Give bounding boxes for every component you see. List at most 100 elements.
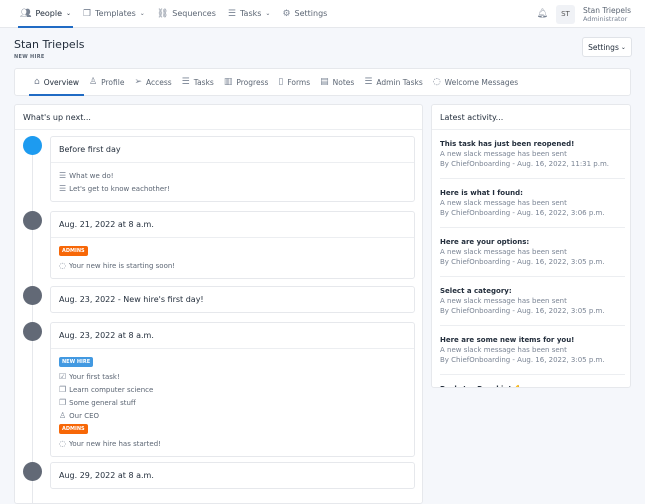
chevron-down-icon: ⌄	[265, 10, 271, 17]
activity-desc: A new slack message has been sent	[440, 150, 567, 158]
tab-admin-tasks[interactable]: ☰ Admin Tasks	[359, 68, 427, 96]
top-nav: 👥︎ People ⌄ ❐ Templates ⌄ ⛓︎ Sequences ☰ Tasks ⌄ ⚙︎…	[0, 0, 645, 28]
bell-icon[interactable]: 🔔︎	[537, 9, 548, 19]
timeline-item-heading: Aug. 23, 2022 at 8 a.m.	[59, 331, 154, 340]
nav-people[interactable]: 👥︎ People ⌄	[14, 0, 77, 28]
timeline-dot	[23, 322, 42, 341]
checkbox-icon: ☑	[59, 372, 67, 381]
chart-icon: ▥	[223, 77, 233, 87]
timeline-line-item[interactable]: ◌ Your new hire is starting soon!	[59, 259, 406, 272]
tab-label: Progress	[236, 77, 269, 87]
forms-icon: ▯	[278, 77, 284, 87]
user-info[interactable]: Stan Triepels Administrator	[583, 6, 631, 23]
page-title: Stan Triepels	[14, 38, 85, 51]
activity-title: Here are some new items for you!	[440, 336, 575, 344]
timeline-line-item[interactable]: ❐ Learn computer science	[59, 383, 406, 396]
nav-settings[interactable]: ⚙︎ Settings	[276, 0, 333, 28]
nav-templates[interactable]: ❐ Templates ⌄	[77, 0, 151, 28]
activity-item[interactable]: Here are your options: A new slack messag…	[440, 237, 625, 277]
message-icon: ◌	[59, 261, 66, 270]
timeline-item-body: ☰ What we do! ☰ Let's get to know eachother…	[51, 162, 414, 201]
tab-access[interactable]: ➢ Access	[129, 68, 176, 96]
page-header: Stan Triepels NEW HIRE	[14, 38, 85, 60]
activity-title: Here is what I found:	[440, 189, 523, 197]
nav-label: Sequences	[172, 9, 216, 18]
nav-tasks[interactable]: ☰ Tasks ⌄	[222, 0, 277, 28]
gear-icon: ⚙︎	[282, 8, 291, 19]
tab-progress[interactable]: ▥ Progress	[219, 68, 274, 96]
line-text: Your first task!	[69, 372, 120, 381]
tab-forms[interactable]: ▯ Forms	[273, 68, 315, 96]
timeline-card: What's up next... Before first day ☰ What …	[14, 104, 423, 504]
timeline-dot	[23, 136, 42, 155]
message-icon: ◌	[59, 439, 66, 448]
tab-label: Welcome Messages	[444, 77, 519, 87]
timeline-item: Aug. 23, 2022 at 8 a.m. NEW HIRE ☑ Your fir…	[50, 322, 415, 457]
timeline-line-item[interactable]: ☰ Let's get to know eachother!	[59, 182, 406, 195]
line-text: Some general stuff	[69, 398, 136, 407]
tab-overview[interactable]: ⌂ Overview	[29, 68, 85, 96]
timeline-line-item[interactable]: ◌ Your new hire has started!	[59, 437, 406, 450]
timeline-dot	[23, 286, 42, 305]
nav-label: Templates	[95, 9, 136, 18]
timeline-line-item[interactable]: ☰ What we do!	[59, 169, 406, 182]
activity-meta: By ChiefOnboarding - Aug. 16, 2022, 3:05…	[440, 307, 605, 315]
activity-desc: A new slack message has been sent	[440, 297, 567, 305]
copy-icon: ❐	[83, 8, 92, 19]
timeline-item: Aug. 29, 2022 at 8 a.m.	[50, 462, 415, 489]
tab-label: Overview	[43, 77, 80, 87]
tab-label: Tasks	[193, 77, 214, 87]
users-icon: 👥︎	[20, 8, 32, 19]
timeline-item-heading: Before first day	[59, 145, 121, 154]
tab-label: Profile	[101, 77, 125, 87]
activity-item[interactable]: Here are some new items for you! A new sl…	[440, 335, 625, 375]
list-icon: ☰	[59, 171, 67, 180]
line-text: Your new hire is starting soon!	[68, 261, 176, 270]
activity-item[interactable]: Rockstar Roockie! 💪A new badge item has …	[440, 384, 625, 387]
line-text: Our CEO	[69, 411, 100, 420]
line-text: Let's get to know eachother!	[69, 184, 170, 193]
line-text: Learn computer science	[69, 385, 154, 394]
tab-profile[interactable]: ♙ Profile	[84, 68, 129, 96]
timeline-item-body: ADMINS ◌ Your new hire is starting soon!	[51, 237, 414, 278]
home-icon: ⌂	[34, 77, 40, 87]
activity-title: This task has just been reopened!	[440, 140, 575, 148]
sequence-icon: ⛓︎	[156, 8, 169, 19]
activity-title: Rockstar Roockie! 💪	[440, 384, 625, 387]
chevron-down-icon: ⌄	[66, 10, 72, 17]
nav-sequences[interactable]: ⛓︎ Sequences	[151, 0, 222, 28]
badge-admins: ADMINS	[59, 246, 88, 256]
activity-title: Select a category:	[440, 287, 512, 295]
timeline-line-item[interactable]: ❐ Some general stuff	[59, 396, 406, 409]
activity-meta: By ChiefOnboarding - Aug. 16, 2022, 3:05…	[440, 356, 605, 364]
nav-label: Settings	[294, 9, 328, 18]
timeline-item: Aug. 21, 2022 at 8 a.m. ADMINS ◌ Your new h…	[50, 211, 415, 279]
tab-notes[interactable]: ▤ Notes	[315, 68, 359, 96]
activity-meta: By ChiefOnboarding - Aug. 16, 2022, 3:06…	[440, 209, 605, 217]
list-icon: ☰	[59, 184, 67, 193]
user-icon: ♙	[89, 77, 98, 87]
tab-tasks[interactable]: ☰ Tasks	[177, 68, 219, 96]
user-icon: ♙	[59, 411, 67, 420]
chevron-down-icon: ⌄	[139, 10, 145, 17]
tab-welcome-messages[interactable]: ◌ Welcome Messages	[428, 68, 523, 96]
timeline-line-item[interactable]: ♙ Our CEO	[59, 409, 406, 422]
settings-dropdown-button[interactable]: Settings ⌄	[582, 37, 632, 57]
timeline-item-heading: Aug. 23, 2022 - New hire's first day!	[59, 295, 204, 304]
activity-item[interactable]: Here is what I found: A new slack message…	[440, 188, 625, 228]
activity-item[interactable]: Select a category: A new slack message ha…	[440, 286, 625, 326]
activity-desc: A new slack message has been sent	[440, 346, 567, 354]
activity-item[interactable]: This task has just been reopened! A new s…	[440, 139, 625, 179]
chevron-down-icon: ⌄	[620, 43, 626, 51]
timeline-item-heading: Aug. 21, 2022 at 8 a.m.	[59, 220, 154, 229]
line-text: Your new hire has started!	[68, 439, 161, 448]
activity-desc: A new slack message has been sent	[440, 199, 567, 207]
list-icon: ☰	[227, 8, 236, 19]
avatar[interactable]: ST	[555, 4, 575, 24]
activity-title: Latest activity...	[432, 105, 630, 130]
page-subtitle: NEW HIRE	[14, 54, 45, 60]
timeline-line-item[interactable]: ☑ Your first task!	[59, 370, 406, 383]
activity-card: Latest activity... This task has just be…	[431, 104, 631, 388]
tab-label: Access	[145, 77, 172, 87]
nav-label: People	[35, 9, 63, 18]
